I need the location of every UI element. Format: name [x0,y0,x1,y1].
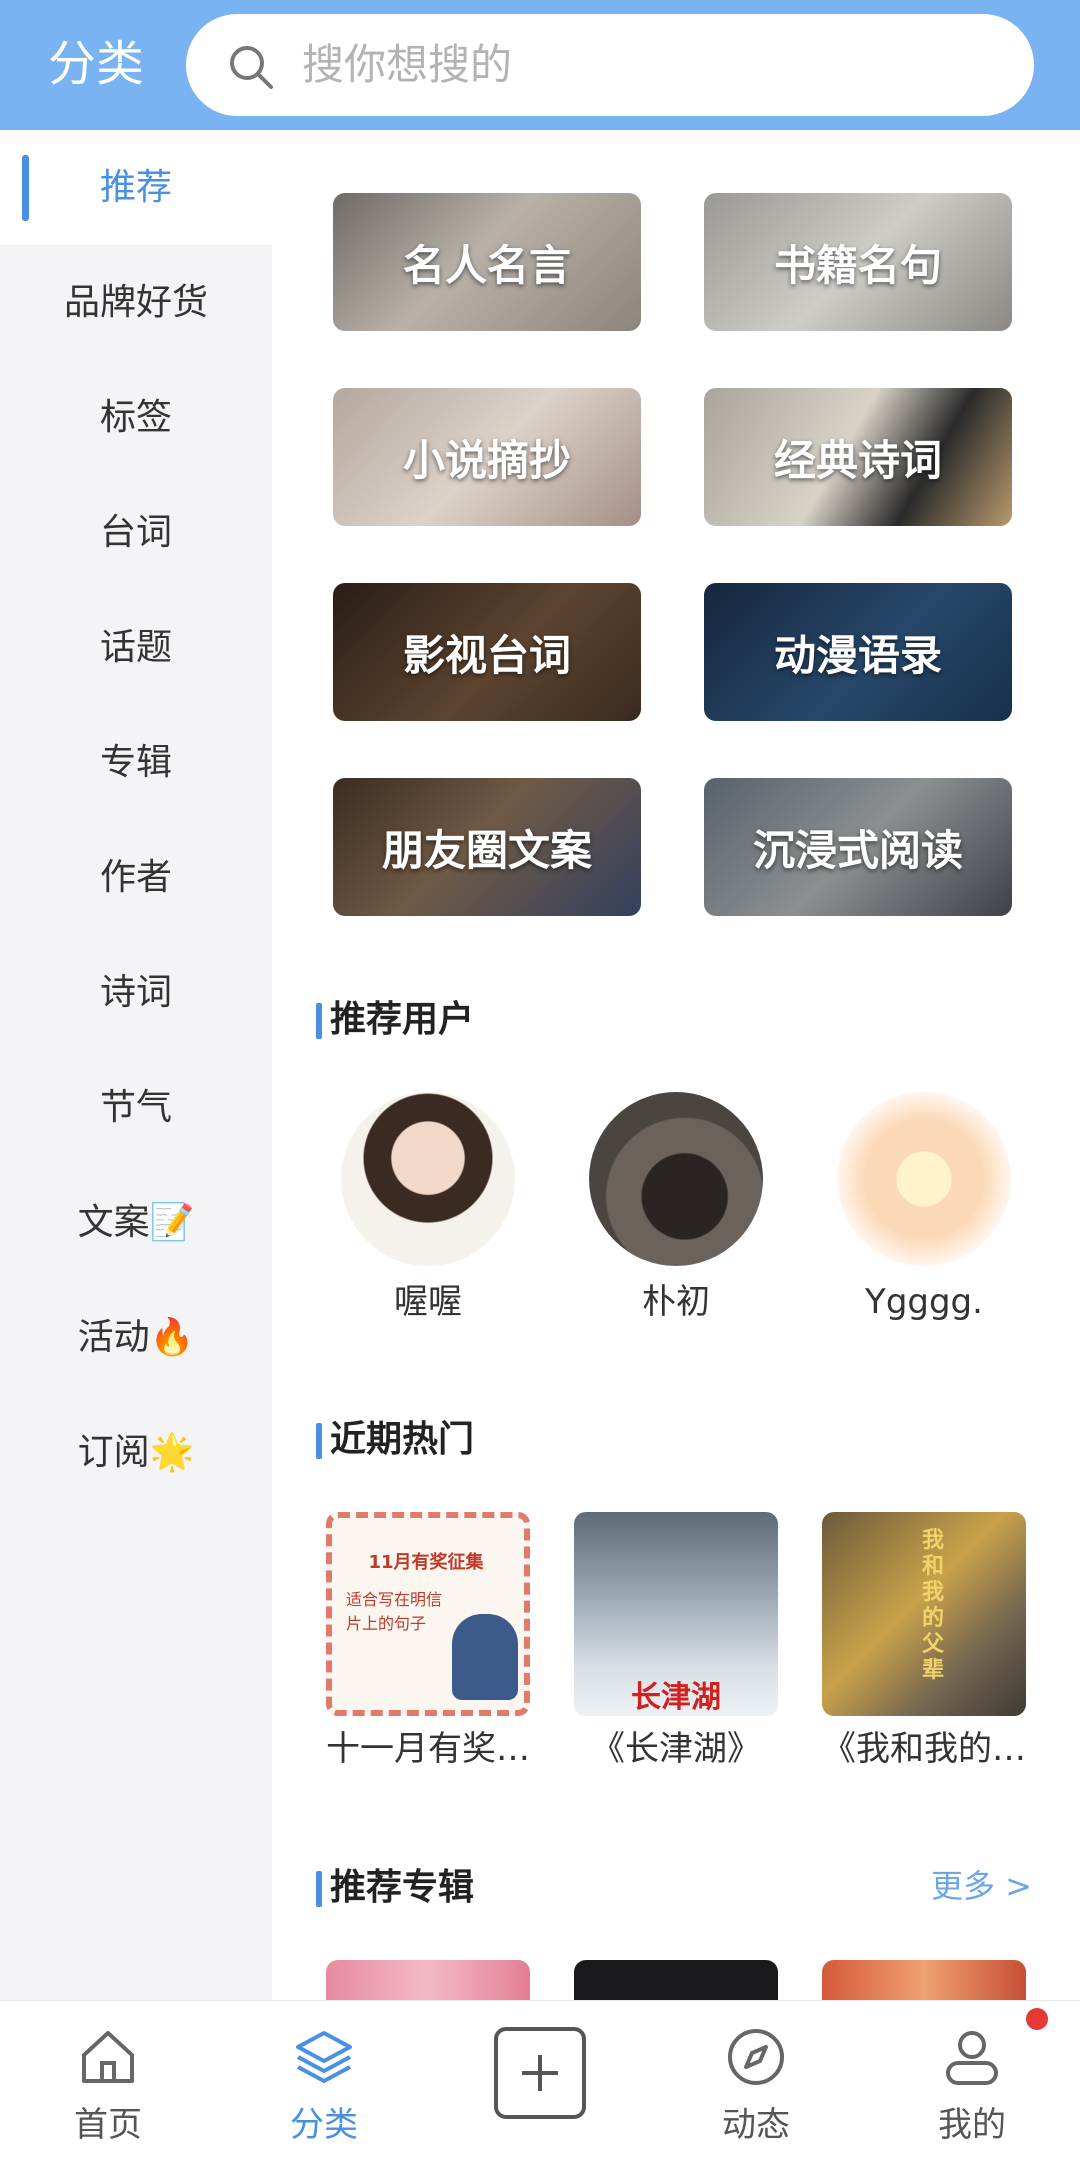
sidebar-item-label: 推荐 [99,167,172,208]
category-page: 分类 搜你想搜的 推荐 品牌好货 标签 台词 话题 专辑 作者 诗词 节气 文案… [0,0,1080,2160]
nav-label: 首页 [74,2105,142,2145]
category-tile-label: 朋友圈文案 [381,825,592,875]
user-card[interactable]: 朴初 [586,1092,766,1324]
thumb-text: 我和我的父辈 [922,1528,945,1683]
sidebar-item-label: 标签 [99,397,172,438]
notification-badge [1026,2008,1048,2030]
sidebar-item-label: 台词 [99,512,172,553]
active-indicator [22,155,29,221]
sidebar-item-label: 文案📝 [77,1202,195,1243]
category-tile-label: 名人名言 [402,240,571,290]
nav-label: 动态 [722,2105,790,2145]
user-name: 喔喔 [394,1282,462,1322]
category-tile-label: 沉浸式阅读 [752,825,963,875]
search-icon [230,46,273,89]
compass-icon [728,2029,784,2085]
category-tile-classic-poems[interactable]: 经典诗词 [704,388,1012,526]
category-tile-label: 小说摘抄 [402,435,571,485]
category-tile-famous-quotes[interactable]: 名人名言 [333,193,641,331]
category-tile-immersive-reading[interactable]: 沉浸式阅读 [704,778,1012,916]
sidebar-item-tags[interactable]: 标签 [0,360,272,475]
hot-item[interactable]: 长津湖 《长津湖》 [574,1512,778,1772]
section-title-recommended-users: 推荐用户 [316,996,474,1044]
sidebar-item-label: 话题 [99,627,172,668]
sidebar-item-subscriptions[interactable]: 订阅🌟 [0,1395,272,1510]
hot-title: 《长津湖》 [591,1729,761,1769]
section-title-recommended-albums: 推荐专辑 [316,1864,474,1912]
sidebar-item-lines[interactable]: 台词 [0,475,272,590]
category-tile-label: 书籍名句 [773,240,942,290]
sidebar-item-events[interactable]: 活动🔥 [0,1280,272,1395]
avatar [589,1092,763,1266]
home-icon [82,2031,134,2083]
sidebar-item-albums[interactable]: 专辑 [0,705,272,820]
sidebar-item-label: 订阅🌟 [77,1432,195,1473]
sidebar-item-topics[interactable]: 话题 [0,590,272,705]
sidebar-item-label: 专辑 [99,742,172,783]
plus-icon [522,2055,558,2091]
sidebar-item-label: 品牌好货 [63,282,208,323]
more-albums-link[interactable]: 更多 > [931,1862,1032,1910]
hot-title: 十一月有奖征集 [326,1729,530,1769]
nav-label: 分类 [290,2105,358,2145]
user-card[interactable]: Ygggg. [834,1092,1014,1324]
user-name: 朴初 [642,1282,710,1322]
sidebar-item-recommend[interactable]: 推荐 [0,130,272,245]
hot-thumb: 我和我的父辈 [822,1512,1026,1716]
sidebar-item-label: 节气 [99,1087,172,1128]
nav-label: 我的 [938,2105,1006,2145]
category-tile-book-quotes[interactable]: 书籍名句 [704,193,1012,331]
category-tile-label: 经典诗词 [773,435,942,485]
sidebar-item-authors[interactable]: 作者 [0,820,272,935]
thumb-text: 长津湖 [631,1680,721,1715]
layers-icon [296,2031,352,2083]
page-title: 分类 [48,36,145,92]
thumb-subtext: 适合写在明信片上的句子 [346,1590,443,1633]
sidebar-item-label: 活动🔥 [77,1317,195,1358]
nav-item-feed[interactable]: 动态 [648,2001,864,2160]
search-placeholder: 搜你想搜的 [302,40,513,89]
bottom-navigation: 首页 分类 动态 我的 [0,2000,1080,2160]
user-icon [946,2031,998,2085]
category-tile-film-lines[interactable]: 影视台词 [333,583,641,721]
sidebar-item-poetry[interactable]: 诗词 [0,935,272,1050]
sidebar-item-label: 诗词 [99,972,172,1013]
sidebar-item-label: 作者 [99,857,172,898]
category-sidebar: 推荐 品牌好货 标签 台词 话题 专辑 作者 诗词 节气 文案📝 活动🔥 订阅🌟 [0,130,272,2000]
user-card[interactable]: 喔喔 [338,1092,518,1324]
user-name: Ygggg. [865,1282,983,1322]
penguin-illustration [452,1614,518,1700]
sidebar-item-solar-terms[interactable]: 节气 [0,1050,272,1165]
category-tile-label: 动漫语录 [773,630,942,680]
avatar [341,1092,515,1266]
category-tile-moments-copy[interactable]: 朋友圈文案 [333,778,641,916]
category-tile-label: 影视台词 [402,630,571,680]
hot-item[interactable]: 11月有奖征集 适合写在明信片上的句子 十一月有奖征集 [326,1512,530,1772]
thumb-text: 11月有奖征集 [368,1552,484,1573]
nav-item-category[interactable]: 分类 [216,2001,432,2160]
sidebar-item-copywriting[interactable]: 文案📝 [0,1165,272,1280]
sidebar-item-brand-goods[interactable]: 品牌好货 [0,245,272,360]
avatar [837,1092,1011,1266]
hot-thumb: 11月有奖征集 适合写在明信片上的句子 [326,1512,530,1716]
nav-item-home[interactable]: 首页 [0,2001,216,2160]
nav-item-profile[interactable]: 我的 [864,2001,1080,2160]
add-post-button[interactable] [494,2027,586,2119]
category-tile-novel-excerpts[interactable]: 小说摘抄 [333,388,641,526]
category-tile-anime-quotes[interactable]: 动漫语录 [704,583,1012,721]
section-title-hot: 近期热门 [316,1416,474,1464]
hot-thumb: 长津湖 [574,1512,778,1716]
top-bar: 分类 搜你想搜的 [0,0,1080,130]
hot-title: 《我和我的父辈》 [822,1729,1026,1769]
hot-item[interactable]: 我和我的父辈 《我和我的父辈》 [822,1512,1026,1772]
search-input[interactable]: 搜你想搜的 [186,14,1034,116]
